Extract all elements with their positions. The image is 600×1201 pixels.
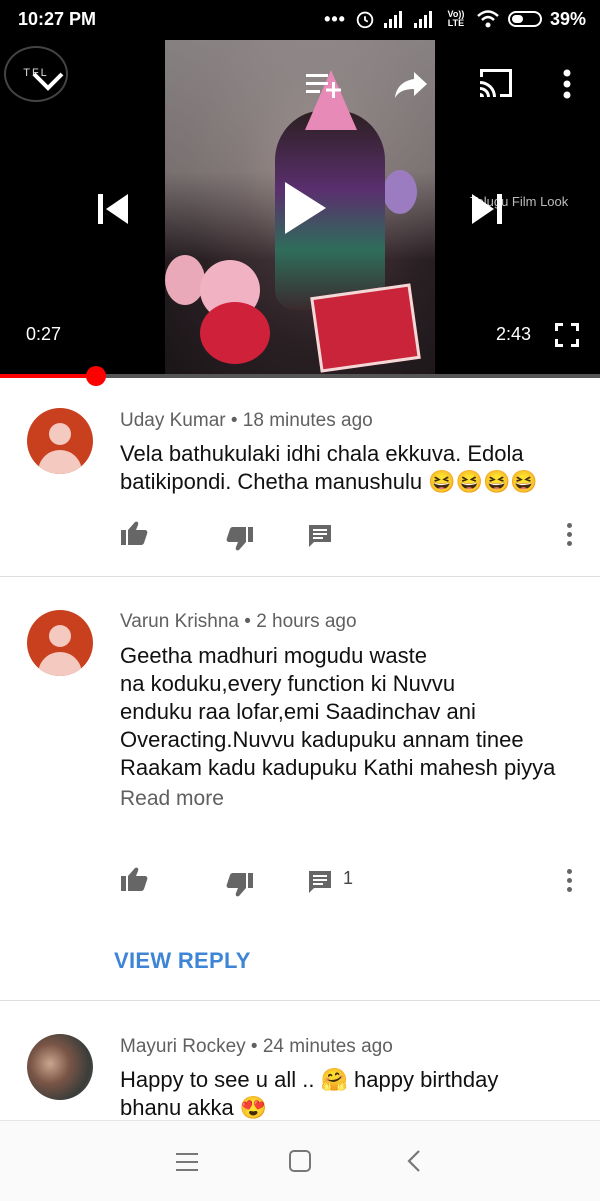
home-icon[interactable] [289,1150,311,1172]
divider [0,576,600,577]
share-icon[interactable] [394,70,428,100]
reply-icon[interactable] [308,870,332,894]
cast-icon[interactable] [476,66,516,100]
status-icons: ••• Vo)) LTE 39% [324,8,586,30]
comment-actions: 1 [0,866,600,898]
volte-label: Vo)) LTE [447,9,465,28]
previous-icon[interactable] [96,192,130,226]
balloon [200,302,270,364]
add-to-queue-icon[interactable] [306,70,342,100]
comment-meta: Varun Krishna • 2 hours ago [120,611,357,632]
comment-actions [0,520,600,552]
comment-line: bhanu akka 😍 [120,1095,268,1120]
next-icon[interactable] [470,192,504,226]
comment-meta: Mayuri Rockey • 24 minutes ago [120,1036,393,1057]
balloon [383,170,417,214]
progress-bar[interactable] [0,366,600,386]
back-icon[interactable] [406,1149,422,1173]
balloon [165,255,205,305]
thumbs-up-icon[interactable] [120,520,148,546]
reply-count: 1 [343,868,354,888]
status-time: 10:27 PM [18,9,97,29]
read-more-link[interactable]: Read more [120,787,224,811]
more-vert-icon[interactable] [560,68,574,100]
comment-line: Overacting.Nuvvu kadupuku annam tinee [120,727,524,752]
battery-icon [507,11,542,27]
total-time: 2:43 [496,324,532,344]
avatar[interactable] [27,610,93,676]
signal-icon [413,10,436,28]
avatar[interactable] [27,1034,93,1100]
comment-line: Geetha madhuri mogudu waste [120,643,427,668]
notification-dots-icon: ••• [324,8,346,29]
comment-line: Happy to see u all .. 🤗 happy birthday [120,1067,499,1092]
status-bar: 10:27 PM ••• Vo)) LTE 39% [0,0,600,40]
thumbs-down-icon[interactable] [226,872,254,898]
wifi-icon [477,10,499,28]
play-icon[interactable] [282,180,328,236]
thumbs-down-icon[interactable] [226,526,254,552]
comment-menu-icon[interactable] [562,522,578,548]
signal-icon [383,10,406,28]
comment-line: Raakam kadu kadupuku Kathi mahesh piyya [120,755,556,780]
menu-icon[interactable] [176,1153,198,1171]
comment-meta: Uday Kumar • 18 minutes ago [120,410,373,431]
scrubber-handle[interactable] [86,366,106,386]
thumbs-up-icon[interactable] [120,866,148,892]
reply-icon[interactable] [308,524,332,548]
comment-text: Happy to see u all .. 🤗 happy birthday b… [120,1066,580,1122]
progress-fill [0,374,96,378]
comment-text: Vela bathukulaki idhi chala ekkuva. Edol… [120,441,538,494]
video-player[interactable]: 10:27 PM ••• Vo)) LTE 39% TFL Telugu Fil… [0,0,600,374]
comment-menu-icon[interactable] [562,868,578,894]
comment-text: Geetha madhuri mogudu waste na koduku,ev… [120,642,580,782]
cake [310,283,421,373]
battery-percent: 39% [549,8,586,29]
alarm-icon [356,11,374,29]
comment-line: na koduku,every function ki Nuvvu [120,671,456,696]
comment-line: enduku raa lofar,emi Saadinchav ani [120,699,476,724]
view-reply-button[interactable]: VIEW REPLY [114,948,251,974]
system-nav-bar [0,1120,600,1201]
current-time: 0:27 [26,324,62,344]
chevron-down-icon[interactable] [30,66,66,96]
avatar[interactable] [27,408,93,474]
fullscreen-icon[interactable] [554,322,580,348]
divider [0,1000,600,1001]
